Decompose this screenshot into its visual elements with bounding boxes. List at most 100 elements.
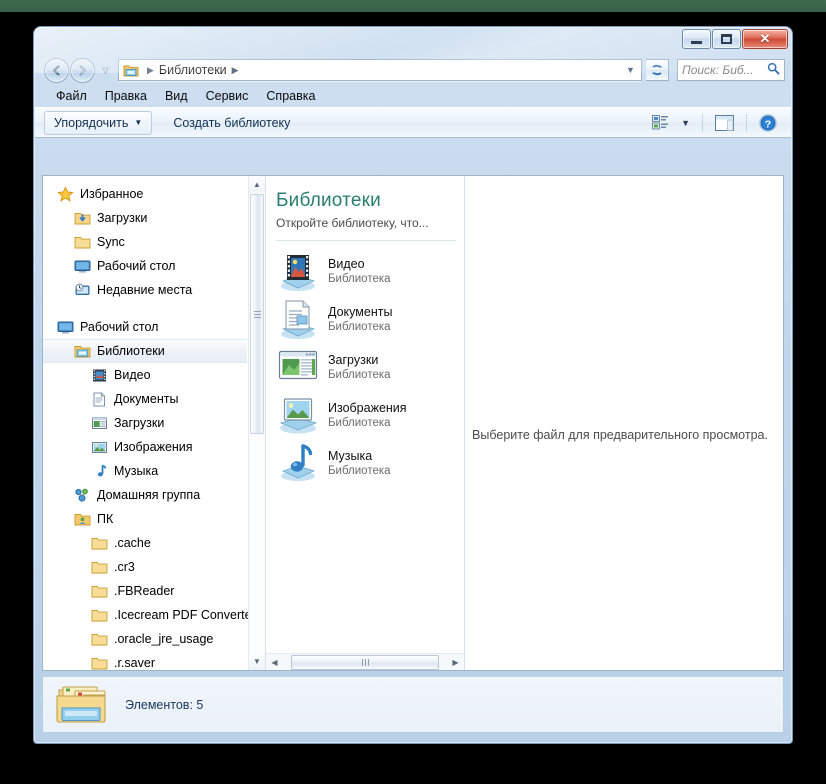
libraries-folder-icon [53,683,109,727]
navigation-tree: Избранное Загрузки Sync [43,176,247,670]
sidebar-item-fbreader[interactable]: .FBReader [43,579,247,603]
list-item[interactable]: Музыка Библиотека [266,439,464,487]
minimize-button[interactable] [682,29,711,49]
back-button[interactable] [44,58,69,83]
folder-icon [91,631,108,648]
sidebar-item-sync[interactable]: Sync [43,230,247,254]
toolbar-right-group: ▼ ? [648,111,785,135]
forward-button[interactable] [70,58,95,83]
sidebar-item-r-saver[interactable]: .r.saver [43,651,247,670]
sidebar-item-desktop[interactable]: Рабочий стол [43,315,247,339]
menu-item-help[interactable]: Справка [258,87,323,105]
sidebar-item-desktop-fav[interactable]: Рабочий стол [43,254,247,278]
desktop-icon [74,258,91,275]
menu-bar: Файл Правка Вид Сервис Справка [34,85,792,107]
chevron-down-icon: ▼ [134,118,142,127]
sidebar-item-oracle-jre-usage[interactable]: .oracle_jre_usage [43,627,247,651]
address-bar[interactable]: ▶ Библиотеки ▶ ▼ [118,59,642,81]
chevron-down-icon[interactable]: ▼ [622,65,639,75]
folder-icon [91,583,108,600]
scroll-right-button[interactable]: ▶ [447,658,464,667]
folder-icon [91,535,108,552]
video-library-icon [276,250,320,292]
sidebar-item-downloads[interactable]: Загрузки [43,206,247,230]
sidebar-item-downloads-lib[interactable]: Загрузки [43,411,247,435]
sidebar-label: Недавние места [97,283,192,297]
item-name: Музыка [328,449,391,463]
library-folder-icon [123,63,139,78]
list-item[interactable]: Изображения Библиотека [266,391,464,439]
item-name: Видео [328,257,391,271]
navigation-scrollbar[interactable]: ▲ ▼ [248,176,265,670]
preview-pane-button[interactable] [711,112,738,134]
item-text-block: Музыка Библиотека [328,449,391,477]
refresh-button[interactable] [646,59,669,81]
maximize-icon [721,34,732,44]
navigation-pane: Избранное Загрузки Sync [43,176,265,670]
sidebar-item-documents[interactable]: Документы [43,387,247,411]
sidebar-item-libraries[interactable]: Библиотеки [43,339,247,363]
sidebar-label: Загрузки [114,416,164,430]
view-layout-button[interactable] [648,112,673,133]
music-library-icon [91,463,108,480]
item-name: Документы [328,305,392,319]
menu-item-edit[interactable]: Правка [97,87,155,105]
breadcrumb-separator-end[interactable]: ▶ [227,65,244,76]
scroll-left-button[interactable]: ◀ [266,658,283,667]
help-button[interactable]: ? [755,111,781,135]
list-item[interactable]: Загрузки Библиотека [266,343,464,391]
sidebar-item-pc[interactable]: ПК [43,507,247,531]
view-dropdown-button[interactable]: ▼ [677,115,694,131]
hscrollbar-thumb[interactable] [291,655,439,670]
scrollbar-thumb[interactable] [250,194,264,434]
sidebar-item-homegroup[interactable]: Домашняя группа [43,483,247,507]
preview-pane-icon [715,115,734,131]
scroll-down-button[interactable]: ▼ [249,653,265,670]
scroll-up-button[interactable]: ▲ [249,176,265,193]
folder-icon [91,655,108,671]
sidebar-item-favorites[interactable]: Избранное [43,182,247,206]
list-item[interactable]: Документы Библиотека [266,295,464,343]
organize-button[interactable]: Упорядочить ▼ [44,111,152,135]
menu-item-tools[interactable]: Сервис [198,87,257,105]
sidebar-item-music[interactable]: Музыка [43,459,247,483]
search-placeholder: Поиск: Биб... [682,63,754,77]
sidebar-item-icecream[interactable]: .Icecream PDF Converter [43,603,247,627]
sidebar-label: Sync [97,235,125,249]
sidebar-label: Библиотеки [97,344,165,358]
hscrollbar-track[interactable] [283,655,447,670]
item-type: Библиотека [328,321,392,333]
close-icon: ✕ [760,31,771,47]
pictures-library-icon [91,439,108,456]
menu-item-view[interactable]: Вид [157,87,196,105]
sidebar-item-cr3-hidden[interactable]: .cr3 [43,555,247,579]
sidebar-item-recent-places[interactable]: Недавние места [43,278,247,302]
search-input[interactable]: Поиск: Биб... [677,59,785,81]
downloads-library-icon [91,415,108,432]
chevron-down-icon: ▼ [681,118,690,128]
item-text-block: Видео Библиотека [328,257,391,285]
item-type: Библиотека [328,465,391,477]
video-library-icon [91,367,108,384]
folder-icon [91,607,108,624]
folder-icon [74,234,91,251]
sidebar-item-cache[interactable]: .cache [43,531,247,555]
page-subtitle: Откройте библиотеку, что... [276,216,464,230]
content-horizontal-scrollbar[interactable]: ◀ ▶ [266,653,464,670]
preview-pane: Выберите файл для предварительного просм… [465,176,783,670]
menu-item-file[interactable]: Файл [48,87,95,105]
toolbar-separator [702,114,703,132]
create-library-button[interactable]: Создать библиотеку [164,112,299,134]
maximize-button[interactable] [712,29,741,49]
list-item[interactable]: Видео Библиотека [266,247,464,295]
history-dropdown-button[interactable]: ▽ [99,66,112,75]
breadcrumb-item-libraries[interactable]: Библиотеки [159,63,227,77]
sidebar-label: ПК [97,512,113,526]
organize-label: Упорядочить [54,116,128,130]
header-divider [276,240,456,241]
sidebar-label: Рабочий стол [97,259,175,273]
sidebar-item-video[interactable]: Видео [43,363,247,387]
close-button[interactable]: ✕ [742,29,788,49]
recent-places-icon [74,282,91,299]
sidebar-item-pictures[interactable]: Изображения [43,435,247,459]
